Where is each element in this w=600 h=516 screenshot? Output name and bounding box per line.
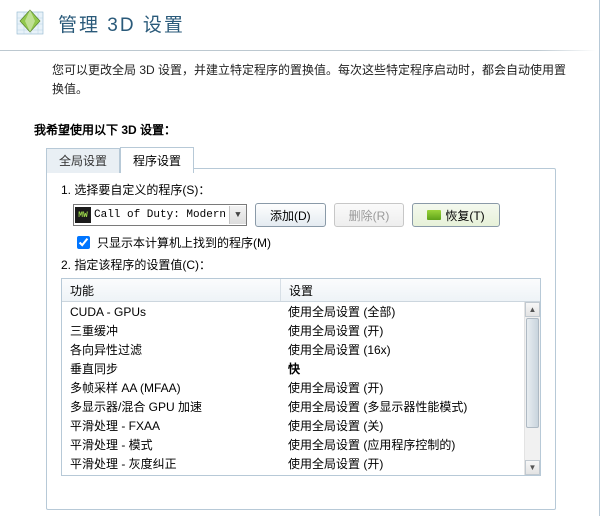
checkbox-row: 只显示本计算机上找到的程序(M) xyxy=(73,233,541,252)
program-app-icon: MW xyxy=(75,207,91,223)
feature-cell: 垂直同步 xyxy=(62,360,280,377)
feature-cell: 三重缓冲 xyxy=(62,322,280,339)
setting-cell: 使用全局设置 (关) xyxy=(280,417,525,434)
table-row[interactable]: 多帧采样 AA (MFAA)使用全局设置 (开) xyxy=(62,378,525,397)
setting-cell: 使用全局设置 (开) xyxy=(280,322,525,339)
setting-cell: 使用全局设置 (16x) xyxy=(280,341,525,358)
table-row[interactable]: 垂直同步快 xyxy=(62,359,525,378)
tab-body: 1. 选择要自定义的程序(S)： MW Call of Duty: Modern… xyxy=(47,169,555,484)
checkbox-label: 只显示本计算机上找到的程序(M) xyxy=(97,234,271,251)
page-title: 管理 3D 设置 xyxy=(58,10,185,37)
col-feature-header[interactable]: 功能 xyxy=(62,279,281,301)
tab-strip: 全局设置 程序设置 xyxy=(46,147,194,173)
add-button[interactable]: 添加(D) xyxy=(255,203,326,227)
dropdown-arrow-icon: ▼ xyxy=(229,206,246,224)
table-row[interactable]: 平滑处理 - FXAA使用全局设置 (关) xyxy=(62,416,525,435)
table-row[interactable]: 三重缓冲使用全局设置 (开) xyxy=(62,321,525,340)
only-found-checkbox[interactable] xyxy=(77,236,90,249)
remove-button: 删除(R) xyxy=(334,203,405,227)
setting-cell: 使用全局设置 (开) xyxy=(280,455,525,472)
page-header: 管理 3D 设置 xyxy=(0,0,600,50)
feature-cell: 平滑处理 - 模式 xyxy=(62,436,280,453)
step2-label: 2. 指定该程序的设置值(C)： xyxy=(61,256,541,273)
table-row[interactable]: 各向异性过滤使用全局设置 (16x) xyxy=(62,340,525,359)
restore-button[interactable]: 恢复(T) xyxy=(412,203,499,227)
section-label: 我希望使用以下 3D 设置： xyxy=(0,103,600,146)
feature-cell: 各向异性过滤 xyxy=(62,341,280,358)
scroll-thumb[interactable] xyxy=(526,318,539,428)
setting-cell: 使用全局设置 (应用程序控制的) xyxy=(280,436,525,453)
setting-cell: 快 xyxy=(280,360,525,377)
table-row[interactable]: CUDA - GPUs使用全局设置 (全部) xyxy=(62,302,525,321)
feature-cell: 多帧采样 AA (MFAA) xyxy=(62,379,280,396)
settings-panel: 全局设置 程序设置 1. 选择要自定义的程序(S)： MW Call of Du… xyxy=(46,168,556,510)
setting-cell: 使用全局设置 (多显示器性能模式) xyxy=(280,398,525,415)
remove-button-label: 删除(R) xyxy=(349,207,390,224)
feature-cell: 多显示器/混合 GPU 加速 xyxy=(62,398,280,415)
restore-button-label: 恢复(T) xyxy=(445,207,484,224)
nvidia-logo-icon xyxy=(427,210,441,220)
nvidia-3d-icon xyxy=(14,6,48,40)
grid-body: CUDA - GPUs使用全局设置 (全部)三重缓冲使用全局设置 (开)各向异性… xyxy=(62,302,540,475)
table-row[interactable]: 平滑处理 - 灰度纠正使用全局设置 (开) xyxy=(62,454,525,473)
table-row[interactable]: 平滑处理 - 模式使用全局设置 (应用程序控制的) xyxy=(62,435,525,454)
tab-global[interactable]: 全局设置 xyxy=(46,148,120,173)
program-name: Call of Duty: Modern War... xyxy=(92,209,229,221)
tab-program[interactable]: 程序设置 xyxy=(120,147,194,173)
table-row[interactable]: 多显示器/混合 GPU 加速使用全局设置 (多显示器性能模式) xyxy=(62,397,525,416)
step1-label: 1. 选择要自定义的程序(S)： xyxy=(61,181,541,198)
scroll-down-icon[interactable]: ▼ xyxy=(525,460,540,475)
scroll-up-icon[interactable]: ▲ xyxy=(525,302,540,317)
settings-grid: 功能 设置 CUDA - GPUs使用全局设置 (全部)三重缓冲使用全局设置 (… xyxy=(61,278,541,476)
setting-cell: 使用全局设置 (全部) xyxy=(280,303,525,320)
add-button-label: 添加(D) xyxy=(270,207,311,224)
col-setting-header[interactable]: 设置 xyxy=(281,279,540,301)
feature-cell: 平滑处理 - 灰度纠正 xyxy=(62,455,280,472)
feature-cell: 平滑处理 - FXAA xyxy=(62,417,280,434)
program-select[interactable]: MW Call of Duty: Modern War... ▼ xyxy=(73,204,247,226)
setting-cell: 使用全局设置 (开) xyxy=(280,379,525,396)
vertical-scrollbar[interactable]: ▲ ▼ xyxy=(524,302,540,475)
feature-cell: CUDA - GPUs xyxy=(62,305,280,319)
program-row: MW Call of Duty: Modern War... ▼ 添加(D) 删… xyxy=(73,203,541,227)
page-description: 您可以更改全局 3D 设置，并建立特定程序的置换值。每次这些特定程序启动时，都会… xyxy=(0,51,600,103)
grid-header: 功能 设置 xyxy=(62,279,540,302)
